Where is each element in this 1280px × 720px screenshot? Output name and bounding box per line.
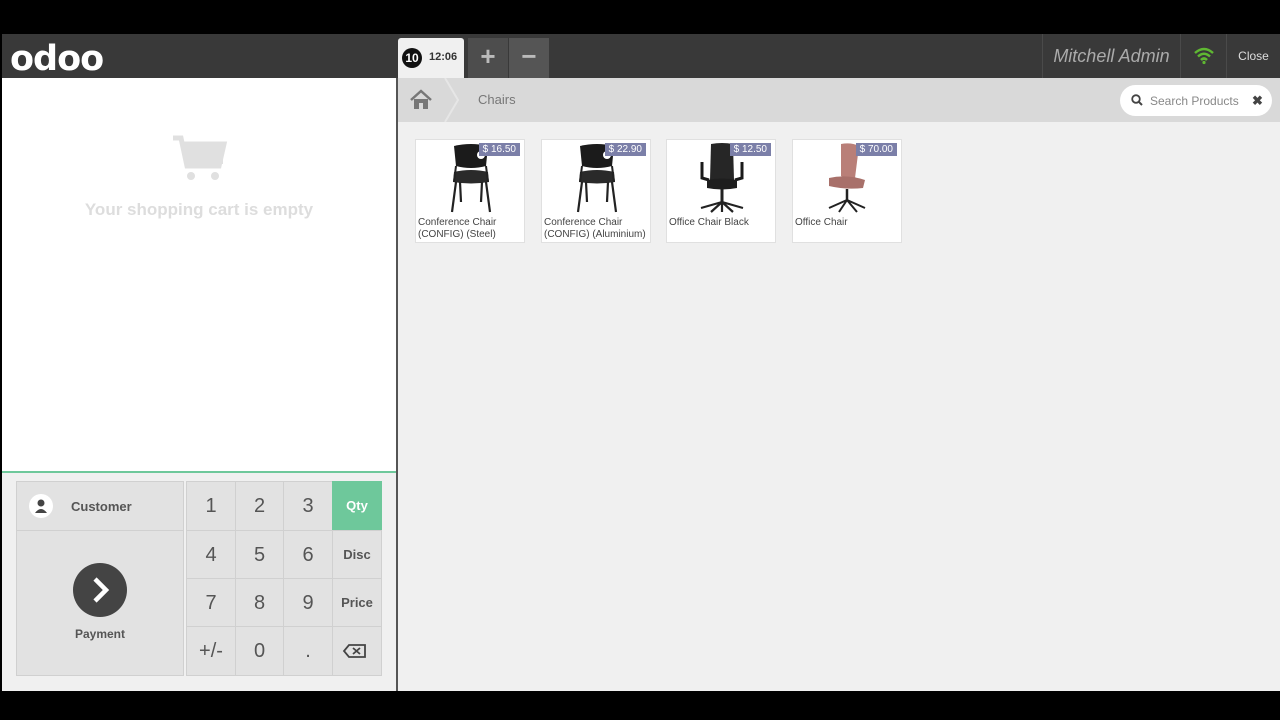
- payment-label: Payment: [74, 627, 126, 641]
- numpad-key-6[interactable]: 6: [283, 530, 333, 579]
- product-name: Office Chair: [795, 217, 848, 228]
- breadcrumb-chairs[interactable]: Chairs: [478, 78, 516, 122]
- order-number-badge: 10: [402, 48, 422, 68]
- product-list: $ 16.50 Conference Chair (CONFIG) (Steel…: [398, 122, 1280, 691]
- home-icon: [410, 89, 432, 109]
- disc-mode-button[interactable]: Disc: [332, 530, 382, 579]
- search-box: ✖: [1120, 85, 1272, 116]
- user-icon: [29, 494, 53, 518]
- numpad-key-2[interactable]: 2: [235, 481, 284, 531]
- numpad-key-8[interactable]: 8: [235, 578, 284, 627]
- numpad-key-3[interactable]: 3: [283, 481, 333, 531]
- top-bar: odoo 10 12:06 + − Mitchell Admin Close: [2, 34, 1280, 79]
- customer-label: Customer: [71, 498, 132, 514]
- order-time: 12:06: [429, 51, 458, 63]
- category-bar: Chairs ✖: [398, 78, 1280, 122]
- qty-mode-button[interactable]: Qty: [332, 481, 382, 531]
- user-name[interactable]: Mitchell Admin: [1042, 34, 1180, 78]
- price-tag: $ 16.50: [478, 143, 520, 156]
- backspace-icon: [342, 644, 366, 658]
- price-mode-button[interactable]: Price: [332, 578, 382, 627]
- numpad-key-plus-minus[interactable]: +/-: [186, 626, 236, 676]
- product-name: Office Chair Black: [669, 217, 749, 228]
- product-name: Conference Chair (CONFIG) (Aluminium): [544, 217, 646, 240]
- new-order-button[interactable]: +: [468, 38, 508, 78]
- price-tag: $ 22.90: [604, 143, 646, 156]
- numpad-key-decimal[interactable]: .: [283, 626, 333, 676]
- product-card[interactable]: $ 22.90 Conference Chair (CONFIG) (Alumi…: [541, 139, 651, 243]
- clear-search-icon[interactable]: ✖: [1252, 85, 1263, 116]
- product-card[interactable]: $ 16.50 Conference Chair (CONFIG) (Steel…: [415, 139, 525, 243]
- payment-button[interactable]: Payment: [16, 530, 184, 676]
- order-pane: Your shopping cart is empty Customer Pay…: [2, 78, 396, 691]
- breadcrumb-separator: [444, 78, 460, 122]
- search-input[interactable]: [1150, 85, 1248, 116]
- plus-icon: +: [480, 41, 496, 71]
- close-button[interactable]: Close: [1226, 34, 1280, 78]
- delete-order-button[interactable]: −: [509, 38, 549, 78]
- price-tag: $ 70.00: [855, 143, 897, 156]
- order-tab[interactable]: 10 12:06: [398, 38, 464, 78]
- cart-icon: [2, 134, 396, 189]
- backspace-button[interactable]: [332, 626, 382, 676]
- connection-status[interactable]: [1180, 34, 1226, 78]
- numpad-key-0[interactable]: 0: [235, 626, 284, 676]
- numpad-key-7[interactable]: 7: [186, 578, 236, 627]
- close-label: Close: [1238, 49, 1269, 63]
- pos-window: odoo 10 12:06 + − Mitchell Admin Close Y…: [2, 34, 1280, 691]
- wifi-icon: [1194, 47, 1214, 65]
- price-tag: $ 12.50: [729, 143, 771, 156]
- numpad-key-4[interactable]: 4: [186, 530, 236, 579]
- customer-button[interactable]: Customer: [16, 481, 184, 531]
- odoo-logo: odoo: [10, 39, 104, 79]
- home-button[interactable]: [398, 78, 444, 122]
- product-card[interactable]: $ 12.50 Office Chair Black: [666, 139, 776, 243]
- numpad-key-9[interactable]: 9: [283, 578, 333, 627]
- minus-icon: −: [521, 41, 537, 71]
- product-card[interactable]: $ 70.00 Office Chair: [792, 139, 902, 243]
- control-pad: Customer Payment 1 2 3 Qty 4 5 6 Disc 7: [2, 473, 396, 691]
- numpad-key-5[interactable]: 5: [235, 530, 284, 579]
- chevron-right-icon: [73, 563, 127, 617]
- search-icon: [1131, 94, 1143, 106]
- product-name: Conference Chair (CONFIG) (Steel): [418, 217, 497, 240]
- cart-empty-message: Your shopping cart is empty: [84, 200, 314, 219]
- numpad-key-1[interactable]: 1: [186, 481, 236, 531]
